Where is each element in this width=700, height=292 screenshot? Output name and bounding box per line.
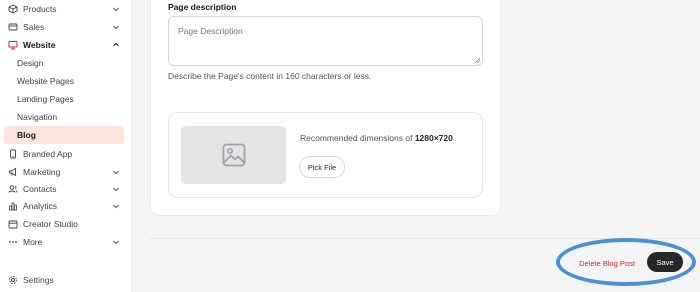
gear-icon xyxy=(8,275,18,285)
sidebar-item-label: Website xyxy=(23,40,56,50)
chevron-up-icon xyxy=(111,40,121,50)
chevron-down-icon xyxy=(111,4,121,14)
delete-blog-post-button[interactable]: Delete Blog Post xyxy=(575,256,639,270)
page-description-input[interactable] xyxy=(168,16,483,66)
page-description-label: Page description xyxy=(168,2,237,12)
recommended-dimensions: Recommended dimensions of 1280×720 xyxy=(300,133,453,143)
chevron-down-icon xyxy=(111,167,121,177)
sidebar-item-label: Settings xyxy=(23,275,54,285)
sidebar-item-settings[interactable]: Settings xyxy=(4,271,124,289)
calendar-icon xyxy=(8,219,18,229)
chevron-down-icon xyxy=(111,237,121,247)
sidebar-item-navigation[interactable]: Navigation xyxy=(4,108,124,126)
page-description-help: Describe the Page's content in 160 chara… xyxy=(168,71,372,81)
sidebar-item-landing-pages[interactable]: Landing Pages xyxy=(4,90,124,108)
dots-icon xyxy=(8,237,18,247)
sidebar-item-label: Creator Studio xyxy=(23,219,78,229)
sidebar-item-label: Sales xyxy=(23,22,45,32)
sidebar-item-label: Branded App xyxy=(23,149,73,159)
recommended-dimensions-label: Recommended dimensions of xyxy=(300,133,415,143)
sidebar-item-label: Navigation xyxy=(17,112,58,122)
sidebar-item-branded-app[interactable]: Branded App xyxy=(4,145,124,163)
pick-file-button[interactable]: Pick File xyxy=(299,156,345,178)
sidebar-item-label: More xyxy=(23,237,43,247)
sidebar-item-marketing[interactable]: Marketing xyxy=(4,163,124,181)
recommended-dimensions-value: 1280×720 xyxy=(414,133,453,143)
credit-card-icon xyxy=(8,22,18,32)
monitor-icon xyxy=(8,40,18,50)
resize-grip-icon[interactable] xyxy=(474,57,481,64)
sidebar-item-label: Design xyxy=(17,58,44,68)
image-placeholder[interactable] xyxy=(181,126,286,184)
bar-chart-icon xyxy=(8,201,18,211)
sidebar-item-label: Analytics xyxy=(23,201,58,211)
sidebar-item-more[interactable]: More xyxy=(4,233,124,251)
sidebar-item-sales[interactable]: Sales xyxy=(4,18,124,36)
sidebar-item-label: Contacts xyxy=(23,184,57,194)
users-icon xyxy=(8,184,18,194)
image-icon xyxy=(222,143,245,167)
footer-divider xyxy=(150,238,700,239)
sidebar-item-label: Blog xyxy=(17,130,36,140)
sidebar-item-website-pages[interactable]: Website Pages xyxy=(4,72,124,90)
box-icon xyxy=(8,4,18,14)
sidebar-item-creator-studio[interactable]: Creator Studio xyxy=(4,215,124,233)
phone-icon xyxy=(8,149,18,159)
sidebar-item-label: Landing Pages xyxy=(17,94,74,104)
sidebar-item-blog[interactable]: Blog xyxy=(4,126,124,144)
sidebar-item-website[interactable]: Website xyxy=(4,36,124,54)
chevron-down-icon xyxy=(111,184,121,194)
sidebar-item-label: Products xyxy=(23,4,57,14)
sidebar: Products Sales Website Design Website Pa… xyxy=(0,0,132,292)
sidebar-item-design[interactable]: Design xyxy=(4,54,124,72)
sidebar-item-contacts[interactable]: Contacts xyxy=(4,180,124,198)
save-button[interactable]: Save xyxy=(647,252,683,272)
sidebar-item-label: Marketing xyxy=(23,167,61,177)
sidebar-item-label: Website Pages xyxy=(17,76,75,86)
chevron-down-icon xyxy=(111,22,121,32)
chevron-down-icon xyxy=(111,201,121,211)
sidebar-item-products[interactable]: Products xyxy=(4,0,124,18)
megaphone-icon xyxy=(8,167,18,177)
sidebar-item-analytics[interactable]: Analytics xyxy=(4,197,124,215)
